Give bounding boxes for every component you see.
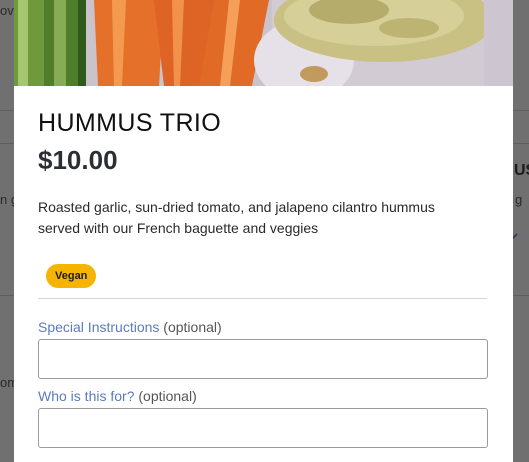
special-instructions-label: Special Instructions (optional) <box>38 318 489 336</box>
background-divider <box>0 295 14 296</box>
item-description: Roasted garlic, sun-dried tomato, and ja… <box>38 199 435 236</box>
optional-hint: (optional) <box>138 388 197 404</box>
background-divider <box>513 295 529 296</box>
background-item-title: US <box>514 162 529 179</box>
item-modal: HUMMUS TRIO $10.00 Roasted garlic, sun-d… <box>14 0 513 462</box>
who-for-input[interactable] <box>38 408 488 448</box>
background-left-column <box>0 0 14 462</box>
special-instructions-input[interactable] <box>38 339 488 379</box>
optional-hint: (optional) <box>163 319 222 335</box>
item-title: HUMMUS TRIO <box>38 109 222 137</box>
background-text: ov <box>0 3 14 18</box>
who-for-label-text: Who is this for? <box>38 388 135 404</box>
vegan-badge: Vegan <box>46 264 97 288</box>
dietary-badges: Vegan <box>38 264 489 289</box>
background-divider <box>513 143 529 144</box>
divider <box>38 298 487 299</box>
background-divider <box>0 110 14 111</box>
item-price: $10.00 <box>38 145 118 175</box>
who-for-label: Who is this for? (optional) <box>38 387 489 405</box>
background-text: g <box>515 192 523 207</box>
background-divider <box>513 110 529 111</box>
special-instructions-label-text: Special Instructions <box>38 319 160 335</box>
item-photo <box>14 0 513 86</box>
background-divider <box>0 143 14 144</box>
hummus-veggies-image <box>14 0 513 86</box>
